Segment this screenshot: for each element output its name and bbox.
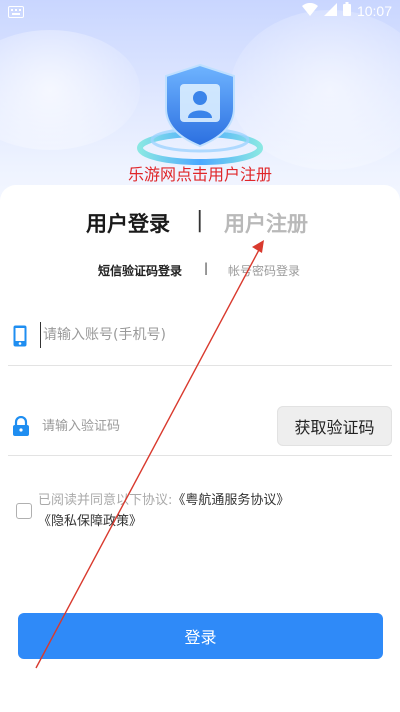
status-time: 10:07 <box>356 2 392 19</box>
wifi-icon <box>301 1 318 20</box>
tab-password-login[interactable]: 帐号密码登录 <box>228 262 300 279</box>
privacy-policy-link[interactable]: 《隐私保障政策》 <box>38 514 142 529</box>
login-method-tabs: 短信验证码登录 | 帐号密码登录 <box>0 261 400 282</box>
phone-icon <box>13 325 27 351</box>
code-row: 获取验证码 <box>8 398 392 456</box>
hero-caption: 乐游网点击用户注册 <box>127 165 272 184</box>
get-code-button[interactable]: 获取验证码 <box>277 406 392 446</box>
battery-icon <box>342 1 351 20</box>
phone-row <box>8 310 392 366</box>
agreement-prefix: 已阅读并同意以下协议: <box>38 493 173 508</box>
tab-user-login[interactable]: 用户登录 <box>86 208 170 238</box>
login-button[interactable]: 登录 <box>18 613 383 659</box>
lock-icon <box>12 415 30 440</box>
verification-code-input[interactable] <box>42 414 242 438</box>
agreement-checkbox[interactable] <box>16 503 32 519</box>
status-bar: 10:07 <box>0 0 400 20</box>
tab-user-register[interactable]: 用户注册 <box>224 208 308 238</box>
security-shield-illustration <box>130 60 270 170</box>
signal-icon <box>323 1 337 20</box>
subtab-separator: | <box>204 261 209 275</box>
keyboard-icon <box>8 3 24 22</box>
tab-separator: | <box>196 208 204 233</box>
tab-sms-login[interactable]: 短信验证码登录 <box>98 262 182 279</box>
service-agreement-link[interactable]: 《粤航通服务协议》 <box>172 493 289 508</box>
hero-glow <box>0 30 140 150</box>
auth-tabs: 用户登录 | 用户注册 <box>0 208 400 238</box>
phone-input[interactable] <box>40 322 370 348</box>
agreement-text: 已阅读并同意以下协议:《粤航通服务协议》《隐私保障政策》 <box>38 490 383 532</box>
